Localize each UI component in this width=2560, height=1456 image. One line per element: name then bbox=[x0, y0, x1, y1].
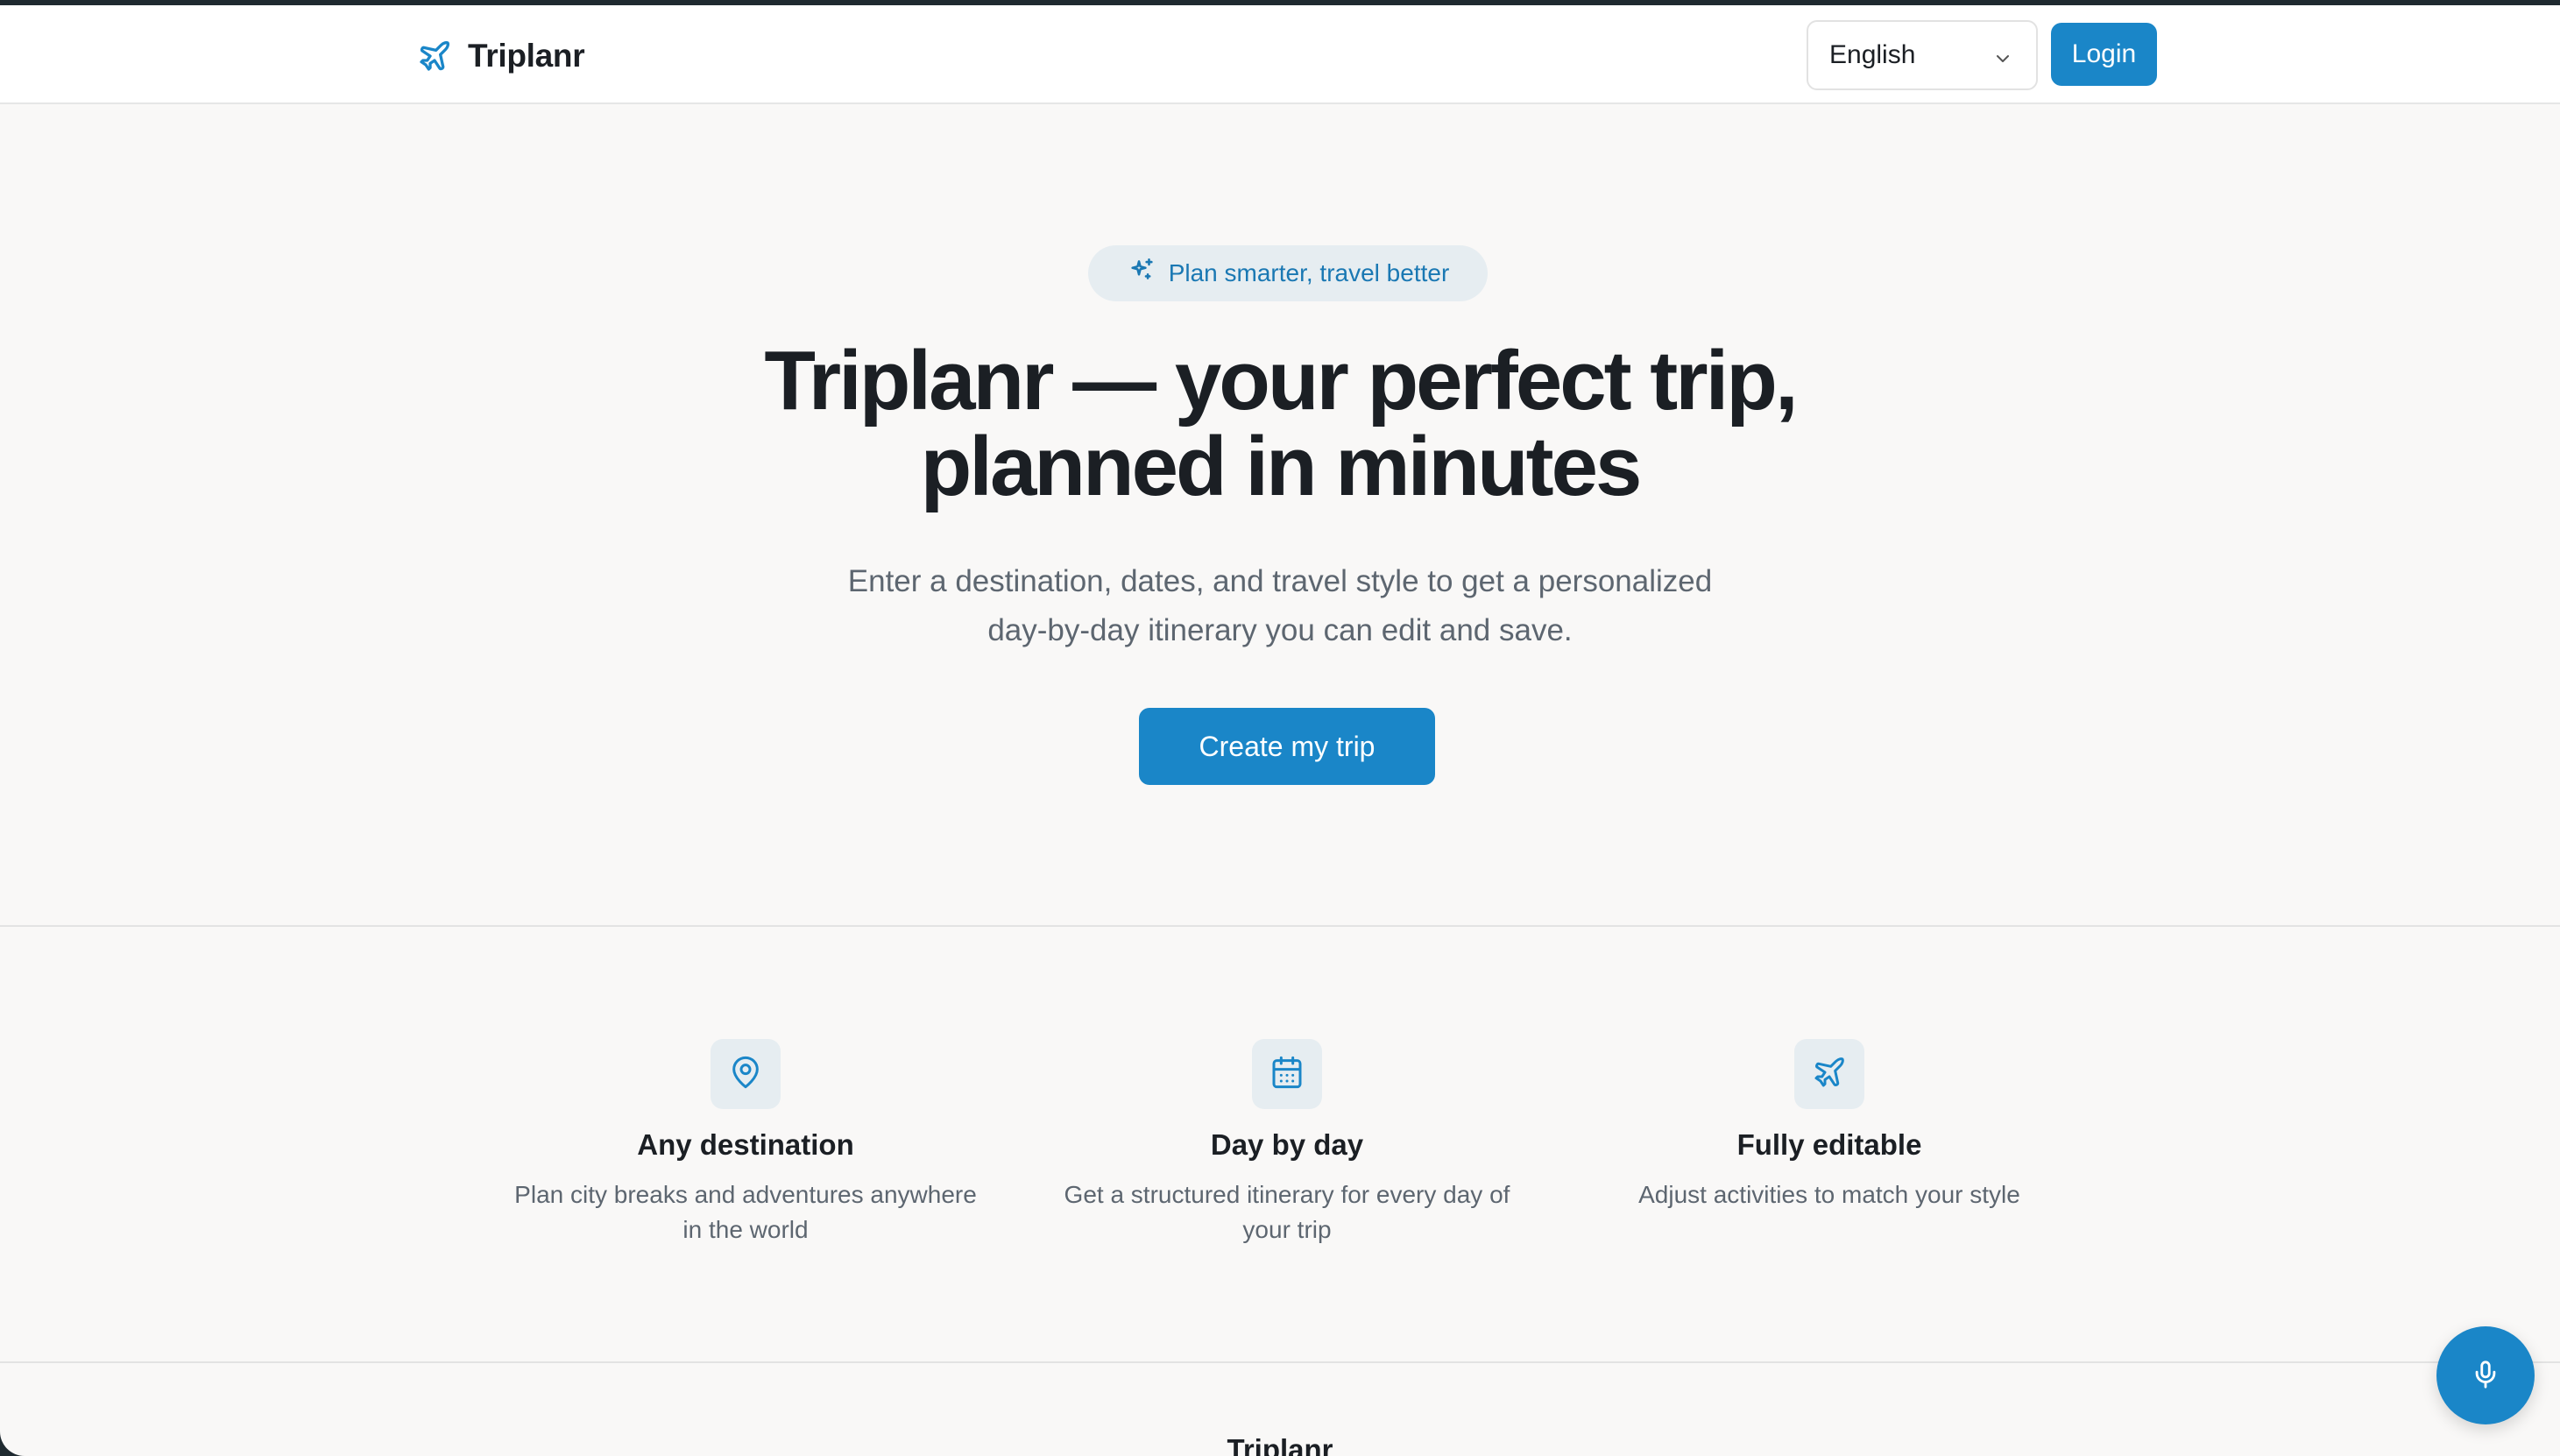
feature-icon-box bbox=[1252, 1039, 1322, 1109]
create-trip-button[interactable]: Create my trip bbox=[1139, 708, 1435, 785]
brand-name: Triplanr bbox=[468, 38, 585, 74]
feature-icon-box bbox=[711, 1039, 781, 1109]
feature-title: Any destination bbox=[637, 1128, 854, 1161]
voice-input-button[interactable] bbox=[2436, 1326, 2535, 1424]
language-select[interactable]: English bbox=[1807, 20, 2038, 90]
feature-icon-box bbox=[1794, 1039, 1864, 1109]
calendar-icon bbox=[1269, 1055, 1305, 1094]
language-select-value: English bbox=[1829, 40, 1916, 69]
hero-subtitle: Enter a destination, dates, and travel s… bbox=[754, 557, 1806, 655]
section-divider bbox=[0, 925, 2560, 927]
brand-logo-link[interactable]: Triplanr bbox=[417, 32, 585, 81]
feature-title: Fully editable bbox=[1736, 1128, 1922, 1161]
footer-brand: Triplanr bbox=[1227, 1433, 1333, 1456]
page: Triplanr English Login Plan smarter, tra… bbox=[0, 5, 2560, 1456]
login-button[interactable]: Login bbox=[2051, 23, 2157, 86]
feature-description-line-2: your trip bbox=[1242, 1216, 1332, 1243]
feature-fully-editable: Fully editable Adjust activities to matc… bbox=[1558, 1039, 2101, 1212]
hero-title-line-2: planned in minutes bbox=[920, 420, 1643, 513]
feature-title: Day by day bbox=[1210, 1128, 1364, 1161]
feature-description-line-1: Get a structured itinerary for every day… bbox=[1064, 1181, 1510, 1208]
feature-description-line-1: Plan city breaks and adventures anywhere bbox=[514, 1181, 977, 1208]
feature-description-line-1: Adjust activities to match your style bbox=[1638, 1181, 2020, 1208]
hero-title-line-1: Triplanr — your perfect trip, bbox=[764, 334, 1798, 428]
feature-description-line-2: in the world bbox=[682, 1216, 809, 1243]
hero-title: Triplanr — your perfect trip, planned in… bbox=[491, 338, 2069, 510]
hero-subtitle-line-1: Enter a destination, dates, and travel s… bbox=[847, 564, 1713, 598]
top-nav: Triplanr English Login bbox=[0, 5, 2560, 104]
sparkles-icon bbox=[1127, 256, 1156, 292]
tagline-text: Plan smarter, travel better bbox=[1168, 259, 1450, 286]
hero-subtitle-line-2: day-by-day itinerary you can edit and sa… bbox=[987, 613, 1573, 647]
tagline-badge: Plan smarter, travel better bbox=[1088, 245, 1488, 301]
plane-icon bbox=[417, 39, 452, 74]
feature-any-destination: Any destination Plan city breaks and adv… bbox=[474, 1039, 1017, 1247]
feature-description: Get a structured itinerary for every day… bbox=[1015, 1177, 1559, 1247]
footer-divider bbox=[0, 1361, 2560, 1363]
map-pin-icon bbox=[728, 1055, 763, 1094]
feature-description: Adjust activities to match your style bbox=[1558, 1177, 2101, 1212]
feature-day-by-day: Day by day Get a structured itinerary fo… bbox=[1015, 1039, 1559, 1247]
chevron-down-icon bbox=[1992, 46, 2013, 67]
plane-icon bbox=[1812, 1055, 1847, 1094]
feature-description: Plan city breaks and adventures anywhere… bbox=[474, 1177, 1017, 1247]
microphone-icon bbox=[2471, 1360, 2500, 1392]
